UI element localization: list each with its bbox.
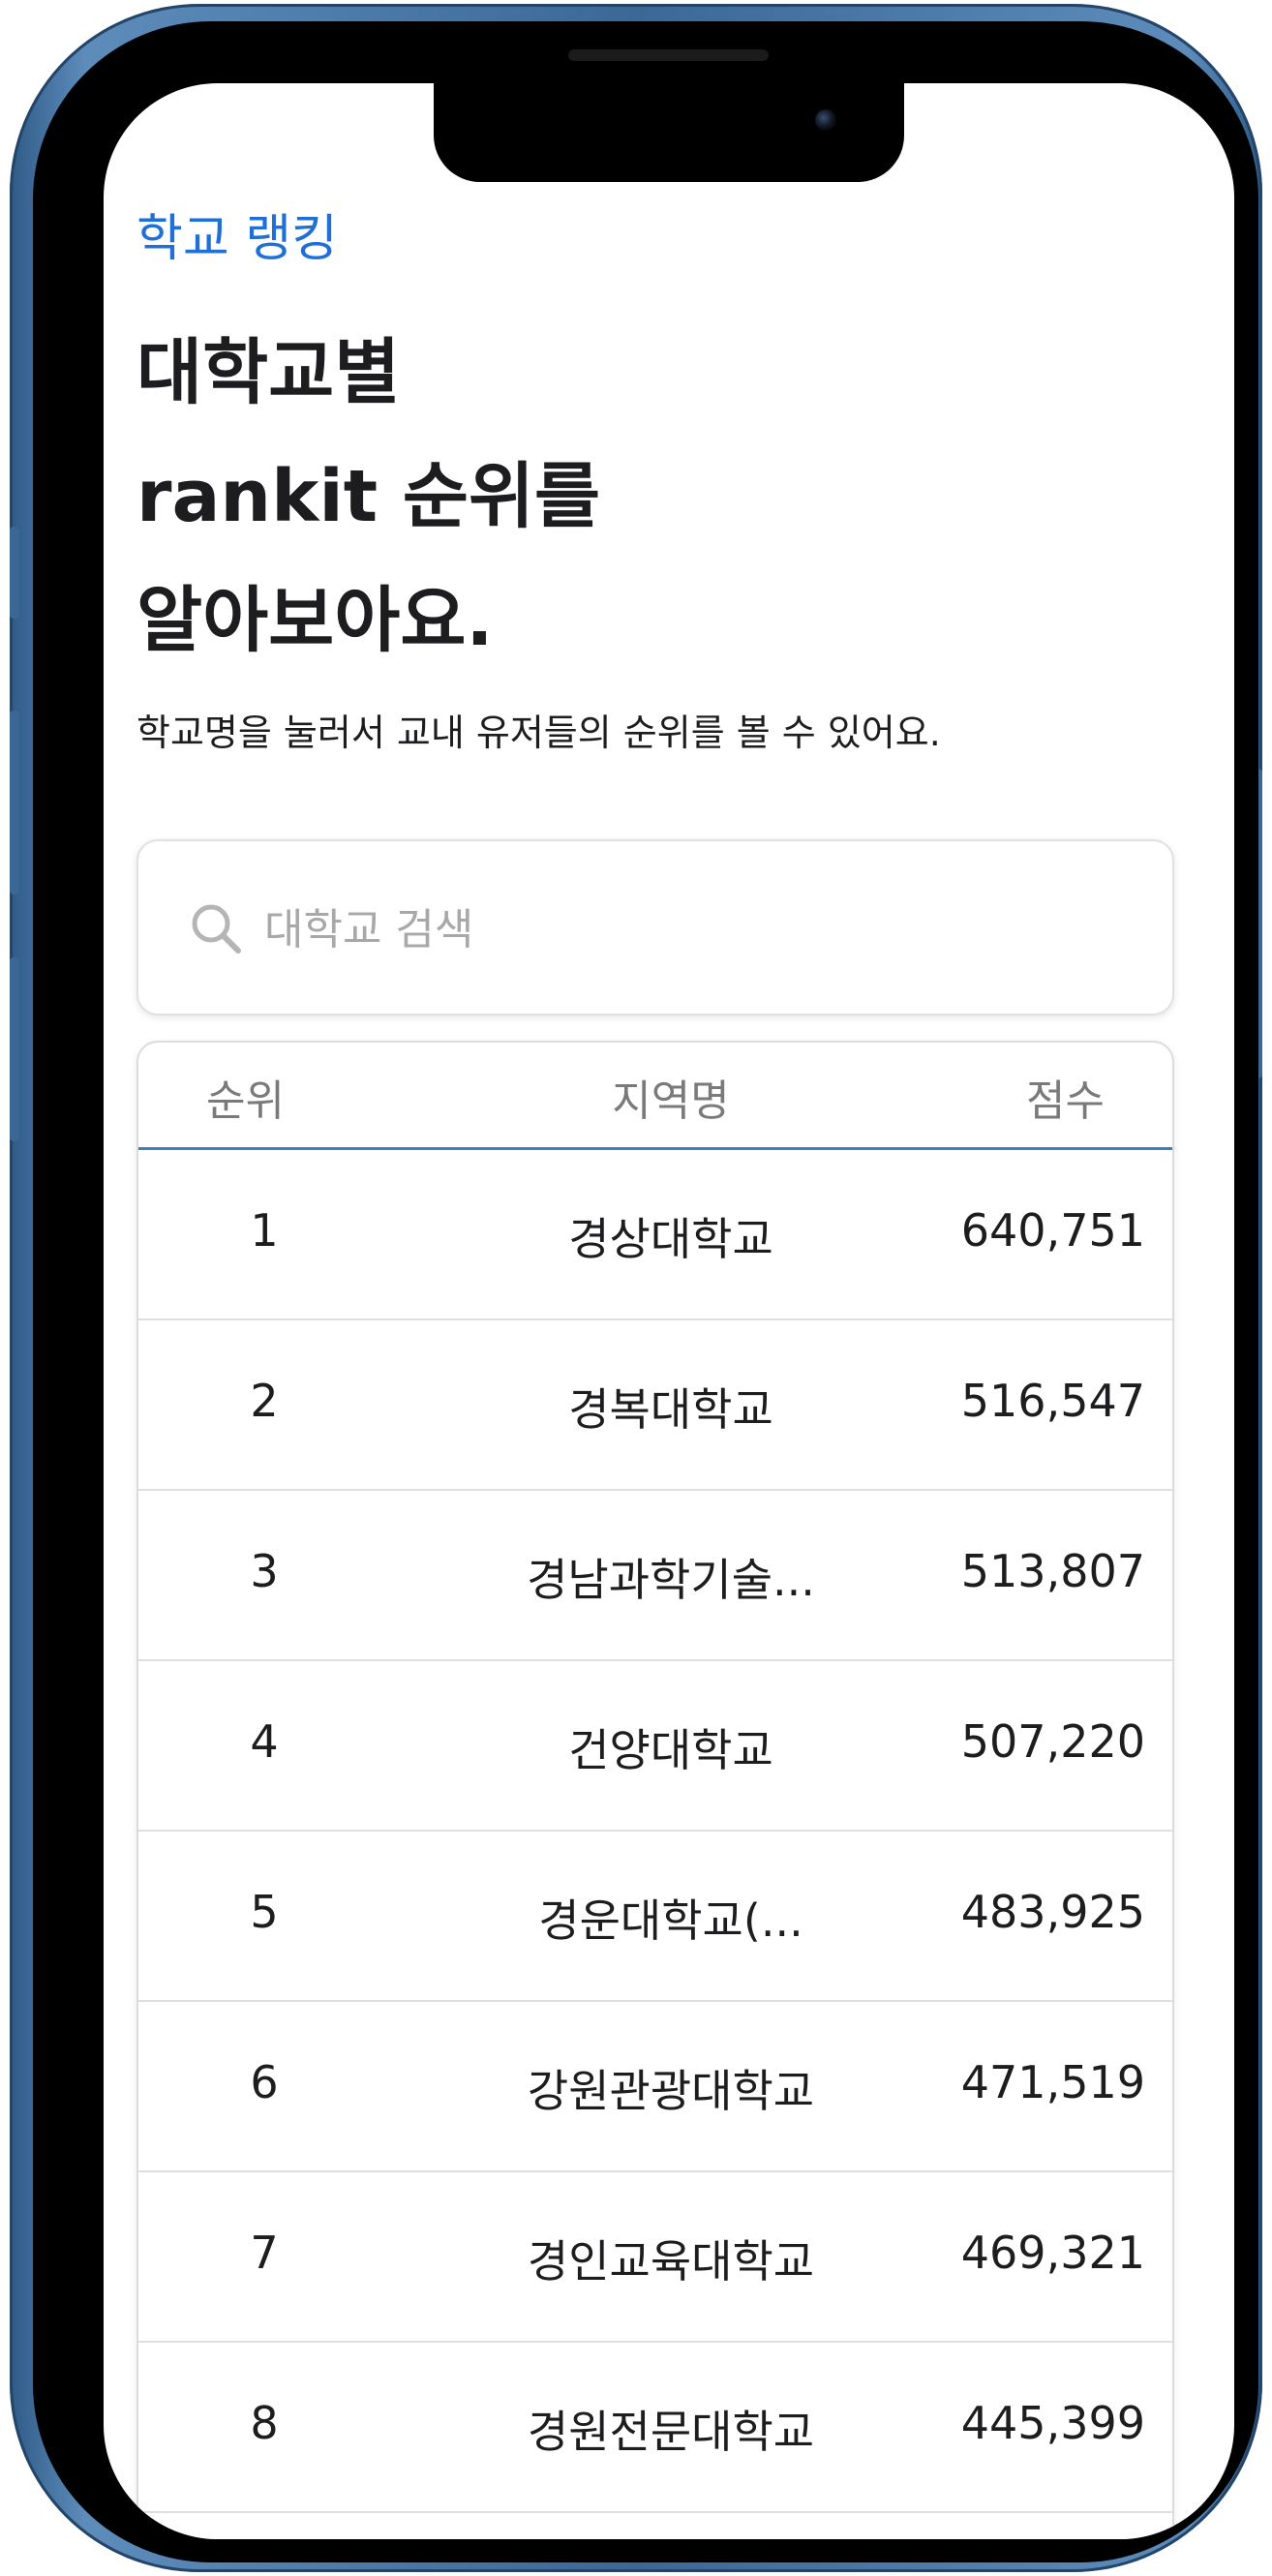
school-name-cell[interactable]: 강원관광대학교 [487, 2056, 855, 2120]
page-title-line-1: 대학교별 [136, 331, 401, 414]
column-header-name[interactable]: 지역명 [603, 1066, 739, 1128]
action-button [10, 527, 19, 619]
table-header: 순위 지역명 점수 [138, 1043, 1172, 1150]
score-cell: 445,399 [960, 2397, 1145, 2449]
breadcrumb-school-ranking[interactable]: 학교 랭킹 [136, 197, 338, 270]
notch [434, 83, 904, 182]
rank-cell: 6 [250, 2056, 279, 2108]
rank-cell: 1 [250, 1204, 279, 1257]
phone-frame: 학교 랭킹 대학교별 rankit 순위를 알아보아요. 학교명을 눌러서 교내… [10, 4, 1262, 2572]
school-name-cell[interactable]: 경운대학교(... [487, 1886, 855, 1950]
search-input[interactable] [262, 890, 1118, 969]
page-title-line-2: rankit 순위를 [136, 455, 601, 538]
score-cell: 516,547 [960, 1375, 1145, 1427]
table-row[interactable]: 2 경복대학교 516,547 [138, 1320, 1172, 1491]
table-row[interactable]: 1 경상대학교 640,751 [138, 1150, 1172, 1320]
rank-cell: 4 [250, 1715, 279, 1768]
rank-cell: 3 [250, 1545, 279, 1597]
volume-down-button [10, 957, 19, 1141]
search-box[interactable] [136, 839, 1174, 1015]
phone-bezel: 학교 랭킹 대학교별 rankit 순위를 알아보아요. 학교명을 눌러서 교내… [33, 21, 1258, 2562]
school-name-cell[interactable]: 경상대학교 [487, 1204, 855, 1268]
rank-cell: 2 [250, 1375, 279, 1427]
page-description: 학교명을 눌러서 교내 유저들의 순위를 볼 수 있어요. [136, 712, 941, 754]
rank-cell: 5 [250, 1886, 279, 1938]
score-cell: 469,321 [960, 2227, 1145, 2279]
score-cell: 513,807 [960, 1545, 1145, 1597]
table-row[interactable]: 8 경원전문대학교 445,399 [138, 2343, 1172, 2513]
ranking-table: 순위 지역명 점수 1 경상대학교 640,751 2 경복대학교 516,54… [136, 1041, 1174, 2539]
score-cell: 483,925 [960, 1886, 1145, 1938]
table-row[interactable]: 6 강원관광대학교 471,519 [138, 2002, 1172, 2172]
column-header-score[interactable]: 점수 [1026, 1066, 1105, 1128]
school-name-cell[interactable]: 건양대학교 [487, 1715, 855, 1779]
rank-cell: 8 [250, 2397, 279, 2449]
table-row[interactable]: 7 경인교육대학교 469,321 [138, 2172, 1172, 2343]
volume-up-button [10, 711, 19, 894]
school-name-cell[interactable]: 경원전문대학교 [487, 2397, 855, 2461]
school-name-cell[interactable]: 경복대학교 [487, 1375, 855, 1439]
camera-icon [815, 109, 836, 131]
screen: 학교 랭킹 대학교별 rankit 순위를 알아보아요. 학교명을 눌러서 교내… [104, 83, 1234, 2539]
speaker-grille [568, 49, 769, 61]
rank-cell: 7 [250, 2227, 279, 2279]
score-cell: 471,519 [960, 2056, 1145, 2108]
page-title-line-3: 알아보아요. [136, 579, 494, 662]
school-name-cell[interactable]: 경남과학기술... [487, 1545, 855, 1609]
table-row[interactable]: 3 경남과학기술... 513,807 [138, 1491, 1172, 1661]
score-cell: 640,751 [960, 1204, 1145, 1257]
table-row[interactable]: 4 건양대학교 507,220 [138, 1661, 1172, 1832]
table-row[interactable]: 5 경운대학교(... 483,925 [138, 1832, 1172, 2002]
school-name-cell[interactable]: 경인교육대학교 [487, 2227, 855, 2290]
score-cell: 507,220 [960, 1715, 1145, 1768]
search-icon [192, 904, 241, 954]
page-title: 대학교별 rankit 순위를 알아보아요. [136, 311, 600, 682]
column-header-rank[interactable]: 순위 [206, 1066, 285, 1128]
